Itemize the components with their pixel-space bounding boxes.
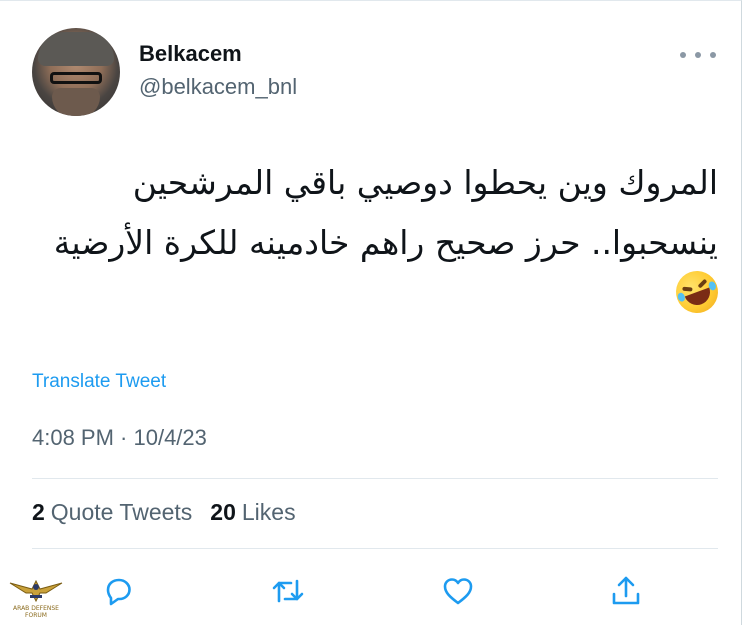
retweet-icon: [272, 579, 304, 603]
share-button[interactable]: [606, 571, 646, 611]
quote-tweets-label: Quote Tweets: [50, 499, 193, 525]
avatar-hat: [38, 32, 114, 66]
divider: [32, 478, 718, 479]
eagle-logo-icon: [9, 579, 63, 603]
action-bar: [0, 571, 741, 611]
share-icon: [612, 576, 640, 605]
retweet-button[interactable]: [268, 571, 308, 611]
tweet-timestamp[interactable]: 4:08 PM · 10/4/23: [32, 425, 207, 451]
tweet-card: Belkacem @belkacem_bnl المروك وين يحطوا …: [0, 0, 742, 625]
rolling-laughing-emoji-icon: [670, 265, 724, 319]
watermark-text: ARAB DEFENSE FORUM: [13, 605, 59, 619]
avatar-beard: [52, 88, 100, 116]
likes-count: 20: [210, 499, 236, 525]
more-options-icon[interactable]: [680, 45, 716, 65]
quote-tweets-stat[interactable]: 2 Quote Tweets: [32, 499, 192, 526]
avatar-glasses: [50, 72, 102, 84]
like-button[interactable]: [438, 571, 478, 611]
divider: [32, 548, 718, 549]
tweet-text: المروك وين يحطوا دوصيي باقي المرشحين ينس…: [53, 163, 718, 262]
author-handle[interactable]: @belkacem_bnl: [139, 74, 297, 100]
reply-icon: [106, 578, 131, 606]
like-icon: [443, 578, 473, 605]
reply-button[interactable]: [98, 571, 138, 611]
likes-label: Likes: [241, 499, 296, 525]
author-name[interactable]: Belkacem: [139, 41, 242, 67]
quote-tweets-count: 2: [32, 499, 45, 525]
likes-stat[interactable]: 20 Likes: [210, 499, 295, 526]
avatar[interactable]: [32, 28, 120, 116]
arab-defense-forum-watermark: ARAB DEFENSE FORUM: [6, 573, 66, 621]
translate-tweet-link[interactable]: Translate Tweet: [32, 371, 166, 393]
tweet-stats: 2 Quote Tweets 20 Likes: [32, 499, 296, 526]
